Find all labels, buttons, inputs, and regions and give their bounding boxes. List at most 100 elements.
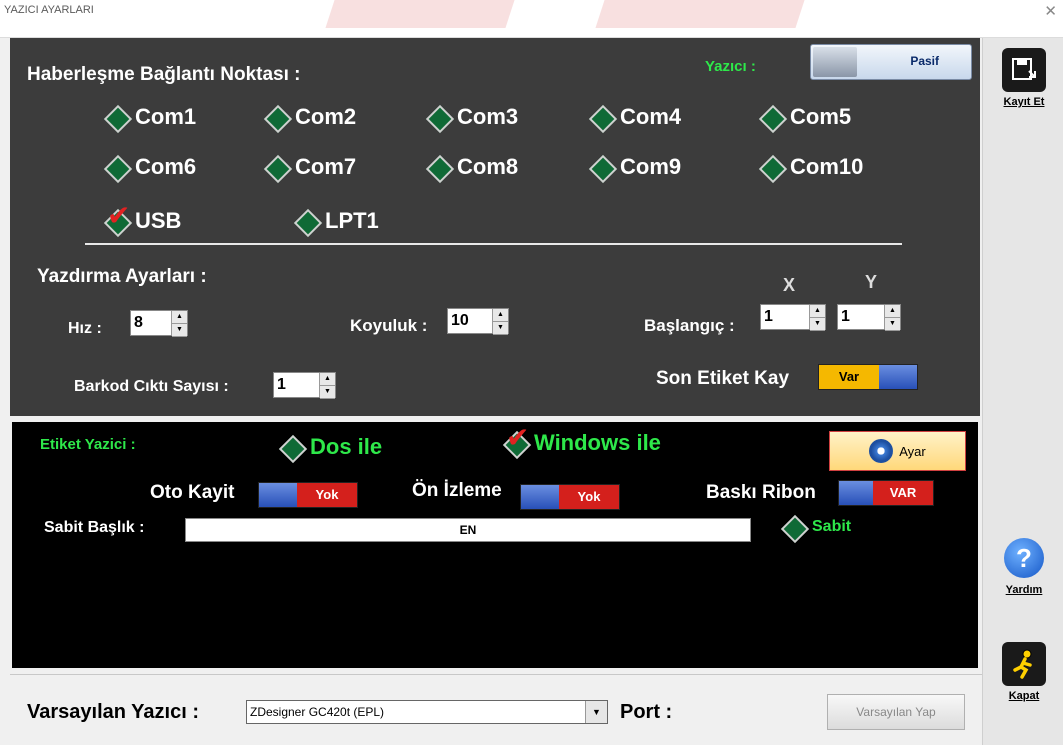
yazici-toggle[interactable]: Pasif [810, 44, 972, 80]
spinner-buttons[interactable]: ▲ ▼ [171, 311, 187, 337]
port-com1[interactable]: Com1 [105, 104, 196, 130]
sabit-option[interactable]: Sabit [782, 516, 851, 538]
spin-down-icon[interactable]: ▼ [885, 318, 900, 331]
set-default-button[interactable]: Varsayılan Yap [827, 694, 965, 730]
x-label: X [783, 275, 796, 295]
spin-down-icon[interactable]: ▼ [810, 318, 825, 331]
baslangic-y-spinner[interactable]: 1 ▲ ▼ [837, 304, 901, 331]
spin-up-icon[interactable]: ▲ [885, 305, 900, 318]
default-printer-select[interactable]: ZDesigner GC420t (EPL) ▼ [246, 700, 608, 724]
running-man-exit-icon [1002, 642, 1046, 686]
port-usb[interactable]: ✔ USB [105, 202, 182, 234]
radio-diamond-icon [590, 156, 612, 178]
y-label: Y [865, 272, 878, 292]
option-label: Sabit [812, 518, 852, 535]
save-label: Kayıt Et [1003, 96, 1045, 108]
oto-kayit-label: Oto Kayit [150, 482, 235, 503]
title-decoration [325, 0, 515, 28]
koyuluk-label: Koyuluk : [350, 316, 428, 335]
default-printer-panel: Varsayılan Yazıcı : ZDesigner GC420t (EP… [10, 674, 982, 745]
barkod-spinner[interactable]: 1 ▲ ▼ [273, 372, 336, 399]
spinner-value[interactable]: 1 [838, 305, 884, 329]
radio-diamond-icon [295, 210, 317, 232]
port-label: Com5 [790, 104, 852, 129]
port-com5[interactable]: Com5 [760, 104, 851, 130]
divider [85, 243, 902, 245]
toggle-knob [521, 485, 559, 509]
port-lpt1[interactable]: LPT1 [295, 208, 379, 234]
port-com3[interactable]: Com3 [427, 104, 518, 130]
spinner-value[interactable]: 8 [131, 311, 171, 335]
spin-up-icon[interactable]: ▲ [172, 311, 187, 324]
baslangic-x-spinner[interactable]: 1 ▲ ▼ [760, 304, 826, 331]
label-printer-panel: Etiket Yazici : Dos ile ✔ Windows ile Aya… [10, 420, 980, 670]
radio-diamond-icon [280, 436, 302, 458]
spin-up-icon[interactable]: ▲ [493, 309, 508, 322]
ayar-button[interactable]: Ayar [829, 431, 966, 471]
dos-option[interactable]: Dos ile [280, 434, 382, 460]
port-com6[interactable]: Com6 [105, 154, 196, 180]
port-label: LPT1 [325, 208, 379, 233]
spin-up-icon[interactable]: ▲ [320, 373, 335, 386]
help-button[interactable]: ? Yardım [989, 536, 1059, 596]
port-com8[interactable]: Com8 [427, 154, 518, 180]
port-label: Com2 [295, 104, 357, 129]
main-content: Haberleşme Bağlantı Noktası : Yazıcı : P… [10, 38, 982, 745]
barkod-label: Barkod Cıktı Sayısı : [74, 378, 229, 395]
spin-down-icon[interactable]: ▼ [172, 324, 187, 337]
port-com2[interactable]: Com2 [265, 104, 356, 130]
save-button[interactable]: Kayıt Et [989, 48, 1059, 108]
spinner-value[interactable]: 1 [274, 373, 319, 397]
chevron-down-icon[interactable]: ▼ [585, 701, 607, 723]
sabit-baslik-input[interactable]: EN [185, 518, 751, 542]
exit-button[interactable]: Kapat [989, 642, 1059, 702]
on-izleme-label: Ön İzleme [412, 480, 502, 501]
koyuluk-spinner[interactable]: 10 ▲ ▼ [447, 308, 509, 335]
hiz-spinner[interactable]: 8 ▲ ▼ [130, 310, 188, 337]
port-label: Com4 [620, 104, 682, 129]
toggle-state: Var [819, 365, 879, 389]
port-com9[interactable]: Com9 [590, 154, 681, 180]
spin-down-icon[interactable]: ▼ [493, 322, 508, 335]
gear-icon [869, 439, 894, 463]
radio-diamond-icon [265, 106, 287, 128]
spinner-buttons[interactable]: ▲ ▼ [319, 373, 335, 399]
baski-ribon-label: Baskı Ribon [706, 482, 816, 503]
help-glyph: ? [1004, 538, 1044, 578]
on-izleme-toggle[interactable]: Yok [520, 484, 620, 510]
port-label: Com6 [135, 154, 197, 179]
baski-ribon-toggle[interactable]: VAR [838, 480, 934, 506]
option-label: Dos ile [310, 434, 383, 459]
oto-kayit-toggle[interactable]: Yok [258, 482, 358, 508]
print-settings-title: Yazdırma Ayarları : [37, 266, 207, 287]
port-com4[interactable]: Com4 [590, 104, 681, 130]
radio-diamond-icon [427, 106, 449, 128]
checkmark-icon: ✔ [506, 422, 530, 453]
spinner-buttons[interactable]: ▲ ▼ [492, 309, 508, 335]
spinner-value[interactable]: 1 [761, 305, 809, 329]
radio-diamond-checked-icon: ✔ [504, 424, 529, 454]
spinner-buttons[interactable]: ▲ ▼ [809, 305, 825, 331]
port-label: Com3 [457, 104, 519, 129]
spinner-buttons[interactable]: ▲ ▼ [884, 305, 900, 331]
port-com10[interactable]: Com10 [760, 154, 863, 180]
etiket-yazici-label: Etiket Yazici : [40, 436, 136, 453]
toggle-knob [879, 365, 917, 389]
checkmark-icon: ✔ [107, 200, 131, 231]
port-label: USB [135, 208, 182, 233]
radio-diamond-icon [427, 156, 449, 178]
radio-diamond-icon [760, 156, 782, 178]
port-com7[interactable]: Com7 [265, 154, 356, 180]
spin-down-icon[interactable]: ▼ [320, 386, 335, 399]
spin-up-icon[interactable]: ▲ [810, 305, 825, 318]
windows-option[interactable]: ✔ Windows ile [504, 424, 661, 456]
son-etiket-toggle[interactable]: Var [818, 364, 918, 390]
toggle-state: Yok [559, 485, 619, 509]
port-label: Com1 [135, 104, 197, 129]
radio-diamond-icon [105, 106, 127, 128]
close-icon[interactable]: ✕ [1044, 2, 1057, 20]
button-label: Ayar [899, 443, 926, 459]
spinner-value[interactable]: 10 [448, 309, 492, 333]
window-title: YAZICI AYARLARI [4, 4, 94, 16]
port-label: Com8 [457, 154, 519, 179]
